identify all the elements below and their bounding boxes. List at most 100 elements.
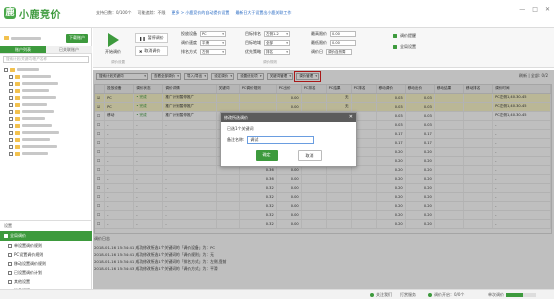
header-link-1[interactable]: 更多 > 小鹿竞价的自动提价设置	[172, 10, 230, 16]
modal-cancel-button[interactable]: 取消	[297, 150, 322, 161]
setting-field: 调价速度 平滑	[181, 39, 226, 46]
setting-label: 目标地域	[245, 39, 261, 45]
settings-item-label: 已设置调价计划	[14, 269, 42, 275]
setting-select[interactable]: 调价自然周	[326, 48, 352, 55]
settings-title: 设置	[4, 223, 12, 228]
tab-linked-accounts[interactable]: 已关联账户	[46, 46, 92, 53]
tree-item[interactable]	[4, 73, 88, 80]
modal-title: 修改所选调价	[224, 115, 248, 120]
tree-item[interactable]	[4, 80, 88, 87]
settings-item-icon	[8, 243, 12, 248]
tree-checkbox[interactable]	[9, 130, 13, 135]
tree-checkbox[interactable]	[9, 116, 13, 121]
tab-account-list[interactable]: 账户列表	[0, 46, 46, 53]
minimize-icon[interactable]: —	[519, 6, 525, 13]
tree-checkbox[interactable]	[9, 74, 13, 79]
modal-field-row: 备注名称: 调试	[227, 136, 350, 144]
setting-field: 优先策略 排名	[245, 48, 290, 55]
sidebar: 下载账户 账户列表 已关联账户 搜索计划/关键词/账户名称 设置 全局调价 单设…	[0, 28, 92, 299]
start-adjust-button[interactable]: 开始调价	[98, 31, 128, 59]
status-follow[interactable]: 关注我们	[370, 292, 392, 298]
close-icon[interactable]: ✕	[545, 6, 550, 13]
tree-checkbox[interactable]	[9, 109, 13, 114]
status-reward[interactable]: 打赏服务	[400, 292, 416, 298]
global-settings-button[interactable]: 全局设置	[393, 43, 416, 50]
right-actions: 调价提醒 全局设置	[393, 32, 416, 50]
tree-label	[22, 96, 56, 99]
tree-item[interactable]	[4, 66, 88, 73]
tree-item[interactable]	[4, 108, 88, 115]
adjust-alert-button[interactable]: 调价提醒	[393, 32, 416, 39]
setting-select[interactable]: 左侧	[200, 48, 226, 55]
settings-item[interactable]: 移动设置调价规则	[0, 259, 92, 268]
remark-name-input[interactable]: 调试	[247, 136, 315, 144]
setting-select[interactable]: 全部	[264, 39, 290, 46]
global-settings-label: 全局设置	[400, 43, 416, 49]
settings-item[interactable]: 其他设置	[0, 277, 92, 286]
account-bar: 下载账户	[4, 31, 88, 45]
tree-checkbox[interactable]	[9, 95, 13, 100]
tree-item[interactable]	[4, 143, 88, 150]
settings-item[interactable]: PC设置调价规则	[0, 250, 92, 259]
tree-label	[22, 89, 49, 92]
setting-select[interactable]: 平滑	[200, 39, 226, 46]
setting-field: 投放设备 PC	[181, 30, 226, 37]
tree-item[interactable]	[4, 101, 88, 108]
tree-item[interactable]	[4, 129, 88, 136]
modal-ok-button[interactable]: 确定	[255, 150, 278, 161]
group-label-rules: 调价规则	[263, 60, 277, 64]
tree-label	[22, 145, 57, 148]
setting-field: 目标排名 左侧1-2	[245, 30, 290, 37]
setting-select[interactable]: 0.00	[330, 30, 356, 37]
cancel-adjust-button[interactable]: ✖ 取消调价	[135, 46, 168, 56]
tree-label	[17, 68, 39, 71]
modal-close-icon[interactable]: ✕	[349, 113, 353, 122]
maximize-icon[interactable]: □	[532, 6, 538, 13]
settings-item-icon	[8, 270, 12, 275]
tree-label	[22, 103, 47, 106]
tree-item[interactable]	[4, 94, 88, 101]
setting-field: 最高限价 0.00	[311, 30, 356, 37]
tree-label	[22, 110, 54, 113]
quota-text: 支持日数：0/100个	[96, 10, 132, 15]
tree-checkbox[interactable]	[9, 102, 13, 107]
account-icon	[4, 36, 9, 40]
tree-checkbox[interactable]	[9, 151, 13, 156]
deer-logo-icon: 鹿	[4, 7, 16, 19]
tree-checkbox[interactable]	[9, 144, 13, 149]
edit-modal: 修改所选调价 ✕ 已选1个关键词 备注名称: 调试 确定 取消	[220, 112, 357, 167]
account-name[interactable]	[11, 36, 41, 40]
setting-select[interactable]: PC	[200, 30, 226, 37]
tree-checkbox[interactable]	[9, 137, 13, 142]
modal-body: 已选1个关键词 备注名称: 调试	[221, 122, 356, 148]
settings-item-active[interactable]: 全局调价	[0, 231, 92, 241]
header-link-2[interactable]: 最新日大于设置出小鹿关联工作	[235, 10, 291, 16]
tree-item[interactable]	[4, 122, 88, 129]
tree-checkbox[interactable]	[9, 123, 13, 128]
settings-item-label: 单设置调价规则	[14, 242, 42, 248]
setting-field: 目标地域 全部	[245, 39, 290, 46]
app-logo: 鹿 小鹿竞价	[4, 6, 88, 21]
pause-adjust-button[interactable]: ❚❚ 暂停调价	[135, 33, 168, 43]
setting-label: 调价速度	[181, 39, 197, 45]
pause-icon: ❚❚	[139, 35, 146, 41]
cancel-label: 取消调价	[144, 48, 161, 53]
tree-item[interactable]	[4, 87, 88, 94]
settings-item[interactable]: 已设置调价计划	[0, 268, 92, 277]
setting-select[interactable]: 0.00	[330, 39, 356, 46]
download-account-button[interactable]: 下载账户	[66, 33, 88, 43]
setting-select[interactable]: 左侧1-2	[264, 30, 290, 37]
status-progress-bar	[506, 293, 536, 297]
settings-item[interactable]: 单设置调价规则	[0, 241, 92, 250]
sidebar-search-input[interactable]: 搜索计划/关键词/账户名称	[3, 56, 89, 63]
tree-item[interactable]	[4, 136, 88, 143]
tree-item[interactable]	[4, 115, 88, 122]
settings-item-label: 全局调价	[10, 233, 26, 238]
setting-select[interactable]: 排名	[264, 48, 290, 55]
tree-checkbox[interactable]	[9, 88, 13, 93]
tree-checkbox[interactable]	[4, 67, 8, 72]
tree-checkbox[interactable]	[9, 81, 13, 86]
status-progress-fill	[506, 293, 523, 297]
modal-field-label: 备注名称:	[227, 137, 245, 142]
tree-item[interactable]	[4, 150, 88, 157]
